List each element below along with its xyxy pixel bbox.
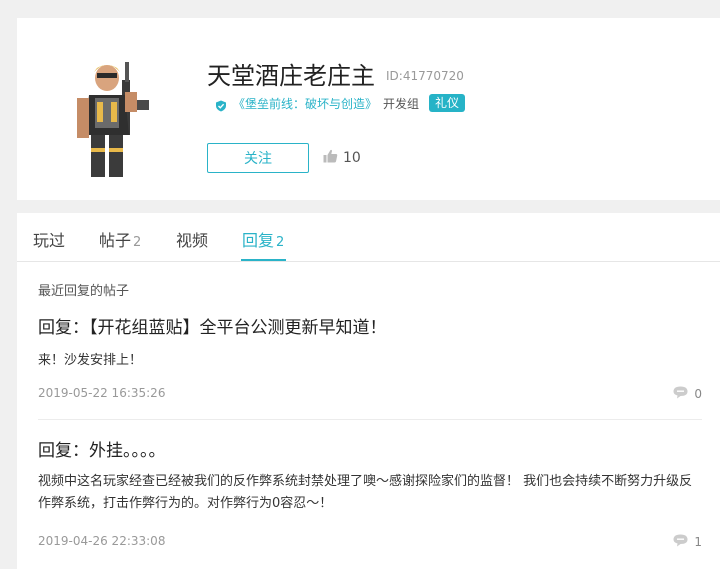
active-tab-indicator: [241, 259, 286, 261]
list-item: 回复：外挂。。。。 视频中这名玩家经查已经被我们的反作弊系统封禁处理了噢～感谢探…: [38, 440, 702, 560]
likes-count: 10: [343, 150, 361, 166]
role-badge: 礼仪: [429, 94, 466, 112]
comment-count-value: 0: [694, 387, 702, 401]
team-row: 《堡垒前线：破坏与创造》 开发组 礼仪: [215, 94, 466, 112]
tab-count: 2: [133, 235, 142, 250]
tab-posts[interactable]: 帖子 2: [99, 227, 141, 251]
tab-played[interactable]: 玩过: [33, 227, 65, 251]
comment-count[interactable]: 0: [673, 386, 702, 402]
follow-button[interactable]: 关注: [207, 143, 309, 173]
team-suffix: 开发组: [383, 96, 420, 111]
likes-counter[interactable]: 10: [323, 149, 361, 167]
post-title-link[interactable]: 回复：外挂。。。。: [38, 440, 702, 462]
profile-card: 天堂酒庄老庄主 ID:41770720 《堡垒前线：破坏与创造》 开发组 礼仪 …: [17, 18, 720, 200]
tab-label: 回复: [242, 231, 275, 250]
post-body: 来！沙发安排上！: [38, 353, 143, 368]
post-date: 2019-04-26 22:33:08: [38, 534, 166, 548]
list-item: 回复：【开花组蓝贴】全平台公测更新早知道！ 来！沙发安排上！ 2019-05-2…: [38, 317, 702, 417]
username: 天堂酒庄老庄主: [207, 62, 375, 90]
tab-label: 帖子: [99, 231, 132, 250]
post-date: 2019-05-22 16:35:26: [38, 386, 166, 400]
verified-check-icon: [215, 97, 227, 112]
avatar[interactable]: [67, 40, 162, 180]
tab-bar: 玩过 帖子 2 视频 回复 2: [17, 213, 720, 262]
tab-label: 玩过: [33, 231, 66, 250]
tab-count: 2: [276, 235, 285, 250]
comment-count-value: 1: [694, 535, 702, 549]
tab-label: 视频: [176, 231, 209, 250]
team-name-link[interactable]: 《堡垒前线：破坏与创造》: [233, 95, 377, 112]
post-body: 视频中这名玩家经查已经被我们的反作弊系统封禁处理了噢～感谢探险家们的监督！ 我们…: [38, 474, 693, 511]
divider: [38, 419, 702, 420]
comment-bubble-icon: [673, 386, 688, 402]
post-title-link[interactable]: 回复：【开花组蓝贴】全平台公测更新早知道！: [38, 317, 702, 339]
tab-replies[interactable]: 回复 2: [242, 227, 284, 251]
section-heading: 最近回复的帖子: [38, 284, 130, 299]
content-card: 玩过 帖子 2 视频 回复 2 最近回复的帖子 回复：【开花组蓝贴】全平台公测更新早…: [17, 213, 720, 569]
comment-count[interactable]: 1: [673, 534, 702, 550]
comment-bubble-icon: [673, 534, 688, 550]
user-id: ID:41770720: [386, 69, 464, 83]
tab-videos[interactable]: 视频: [176, 227, 208, 251]
thumbs-up-icon: [323, 149, 338, 167]
